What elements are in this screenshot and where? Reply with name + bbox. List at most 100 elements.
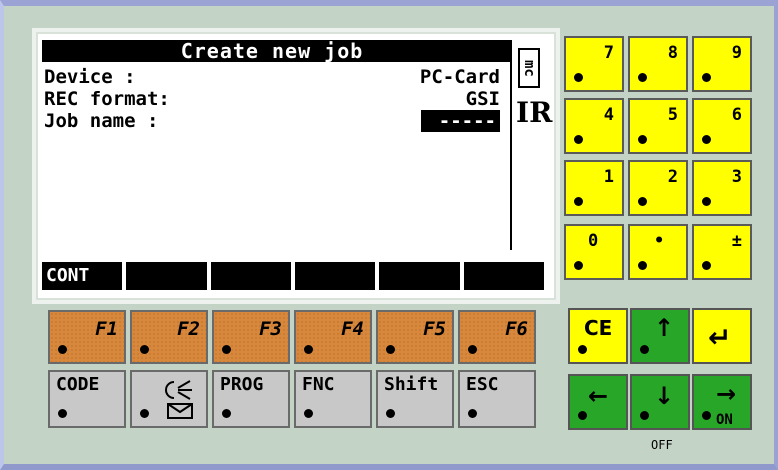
f5-key[interactable]: F5	[376, 310, 454, 364]
rec-format-value: GSI	[465, 88, 500, 110]
device-label: Device :	[44, 66, 136, 88]
f5-label: F5	[423, 318, 446, 340]
key-dot	[638, 261, 647, 270]
esc-key[interactable]: ESC	[458, 370, 536, 428]
key-dot	[304, 409, 313, 418]
code-key[interactable]: CODE	[48, 370, 126, 428]
instrument-panel: Create new job Device : PC-Card REC form…	[0, 0, 778, 470]
f2-key[interactable]: F2	[130, 310, 208, 364]
screen-title: Create new job	[42, 40, 502, 62]
device-value: PC-Card	[419, 66, 500, 88]
key-6-label: 6	[731, 105, 742, 125]
shift-label: Shift	[384, 374, 439, 395]
fnc-key[interactable]: FNC	[294, 370, 372, 428]
key-plus-minus-label: ±	[731, 231, 742, 251]
softkey-3[interactable]	[210, 262, 291, 290]
key-5[interactable]: 5	[628, 98, 688, 154]
down-key[interactable]: ↓	[630, 374, 690, 430]
key-7[interactable]: 7	[564, 36, 624, 92]
softkey-5[interactable]	[379, 262, 460, 290]
key-3-label: 3	[731, 167, 742, 187]
key-1-label: 1	[603, 167, 614, 187]
off-label: OFF	[651, 438, 673, 452]
key-dot	[222, 409, 231, 418]
key-dot	[574, 261, 583, 270]
memory-card-icon: mc	[518, 48, 540, 88]
key-3[interactable]: 3	[692, 160, 752, 216]
key-decimal-label: •	[654, 231, 665, 251]
f4-key[interactable]: F4	[294, 310, 372, 364]
key-dot	[58, 345, 67, 354]
ce-label: CE	[584, 316, 613, 340]
key-plus-minus[interactable]: ±	[692, 224, 752, 280]
shift-key[interactable]: Shift	[376, 370, 454, 428]
key-0[interactable]: 0	[564, 224, 624, 280]
softkey-4[interactable]	[294, 262, 376, 290]
on-label: ON	[716, 412, 733, 428]
f6-key[interactable]: F6	[458, 310, 536, 364]
key-dot	[638, 197, 647, 206]
key-dot	[638, 73, 647, 82]
softkey-cont[interactable]: CONT	[42, 262, 123, 290]
f4-label: F4	[341, 318, 364, 340]
key-5-label: 5	[667, 105, 678, 125]
prog-label: PROG	[220, 374, 264, 395]
f3-label: F3	[259, 318, 282, 340]
left-key[interactable]: ←	[568, 374, 628, 430]
key-dot	[140, 345, 149, 354]
enter-icon: ↵	[708, 321, 732, 354]
f1-key[interactable]: F1	[48, 310, 126, 364]
key-6[interactable]: 6	[692, 98, 752, 154]
key-dot	[468, 409, 477, 418]
key-0-label: 0	[588, 231, 599, 251]
key-1[interactable]: 1	[564, 160, 624, 216]
enter-key[interactable]: ↵	[692, 308, 752, 364]
key-9[interactable]: 9	[692, 36, 752, 92]
softkey-6[interactable]	[463, 262, 544, 290]
on-right-key[interactable]: → ON	[692, 374, 752, 430]
job-name-label: Job name :	[44, 110, 159, 132]
arrow-up-icon: ↑	[654, 314, 675, 342]
key-8[interactable]: 8	[628, 36, 688, 92]
f3-key[interactable]: F3	[212, 310, 290, 364]
up-key[interactable]: ↑	[630, 308, 690, 364]
fnc-label: FNC	[302, 374, 335, 395]
key-7-label: 7	[603, 43, 614, 63]
key-dot	[58, 409, 67, 418]
key-dot	[640, 345, 649, 354]
ce-key[interactable]: CE	[568, 308, 628, 364]
key-8-label: 8	[667, 43, 678, 63]
key-dot	[702, 197, 711, 206]
key-2-label: 2	[667, 167, 678, 187]
device-row[interactable]: Device : PC-Card	[44, 66, 504, 88]
key-dot	[222, 345, 231, 354]
key-dot	[574, 135, 583, 144]
rec-format-label: REC format:	[44, 88, 170, 110]
f2-label: F2	[177, 318, 200, 340]
softkey-2[interactable]	[126, 262, 207, 290]
key-4[interactable]: 4	[564, 98, 624, 154]
arrow-right-icon: →	[716, 380, 737, 408]
key-dot	[574, 197, 583, 206]
rec-format-row[interactable]: REC format: GSI	[44, 88, 504, 110]
key-4-label: 4	[603, 105, 614, 125]
key-dot	[702, 135, 711, 144]
key-dot	[640, 411, 649, 420]
prog-key[interactable]: PROG	[212, 370, 290, 428]
key-2[interactable]: 2	[628, 160, 688, 216]
key-dot	[386, 345, 395, 354]
f6-label: F6	[505, 318, 528, 340]
arrow-down-icon: ↓	[654, 382, 675, 410]
softkey-bar: CONT	[42, 262, 544, 290]
key-dot	[574, 73, 583, 82]
job-name-row[interactable]: Job name : -----	[44, 110, 504, 132]
job-name-field[interactable]: -----	[420, 110, 500, 132]
key-dot	[304, 345, 313, 354]
key-decimal[interactable]: •	[628, 224, 688, 280]
key-dot	[638, 135, 647, 144]
key-9-label: 9	[731, 43, 742, 63]
key-dot	[578, 411, 587, 420]
display-screen: Create new job Device : PC-Card REC form…	[32, 28, 560, 304]
key-dot	[702, 411, 711, 420]
illumination-key[interactable]	[130, 370, 208, 428]
